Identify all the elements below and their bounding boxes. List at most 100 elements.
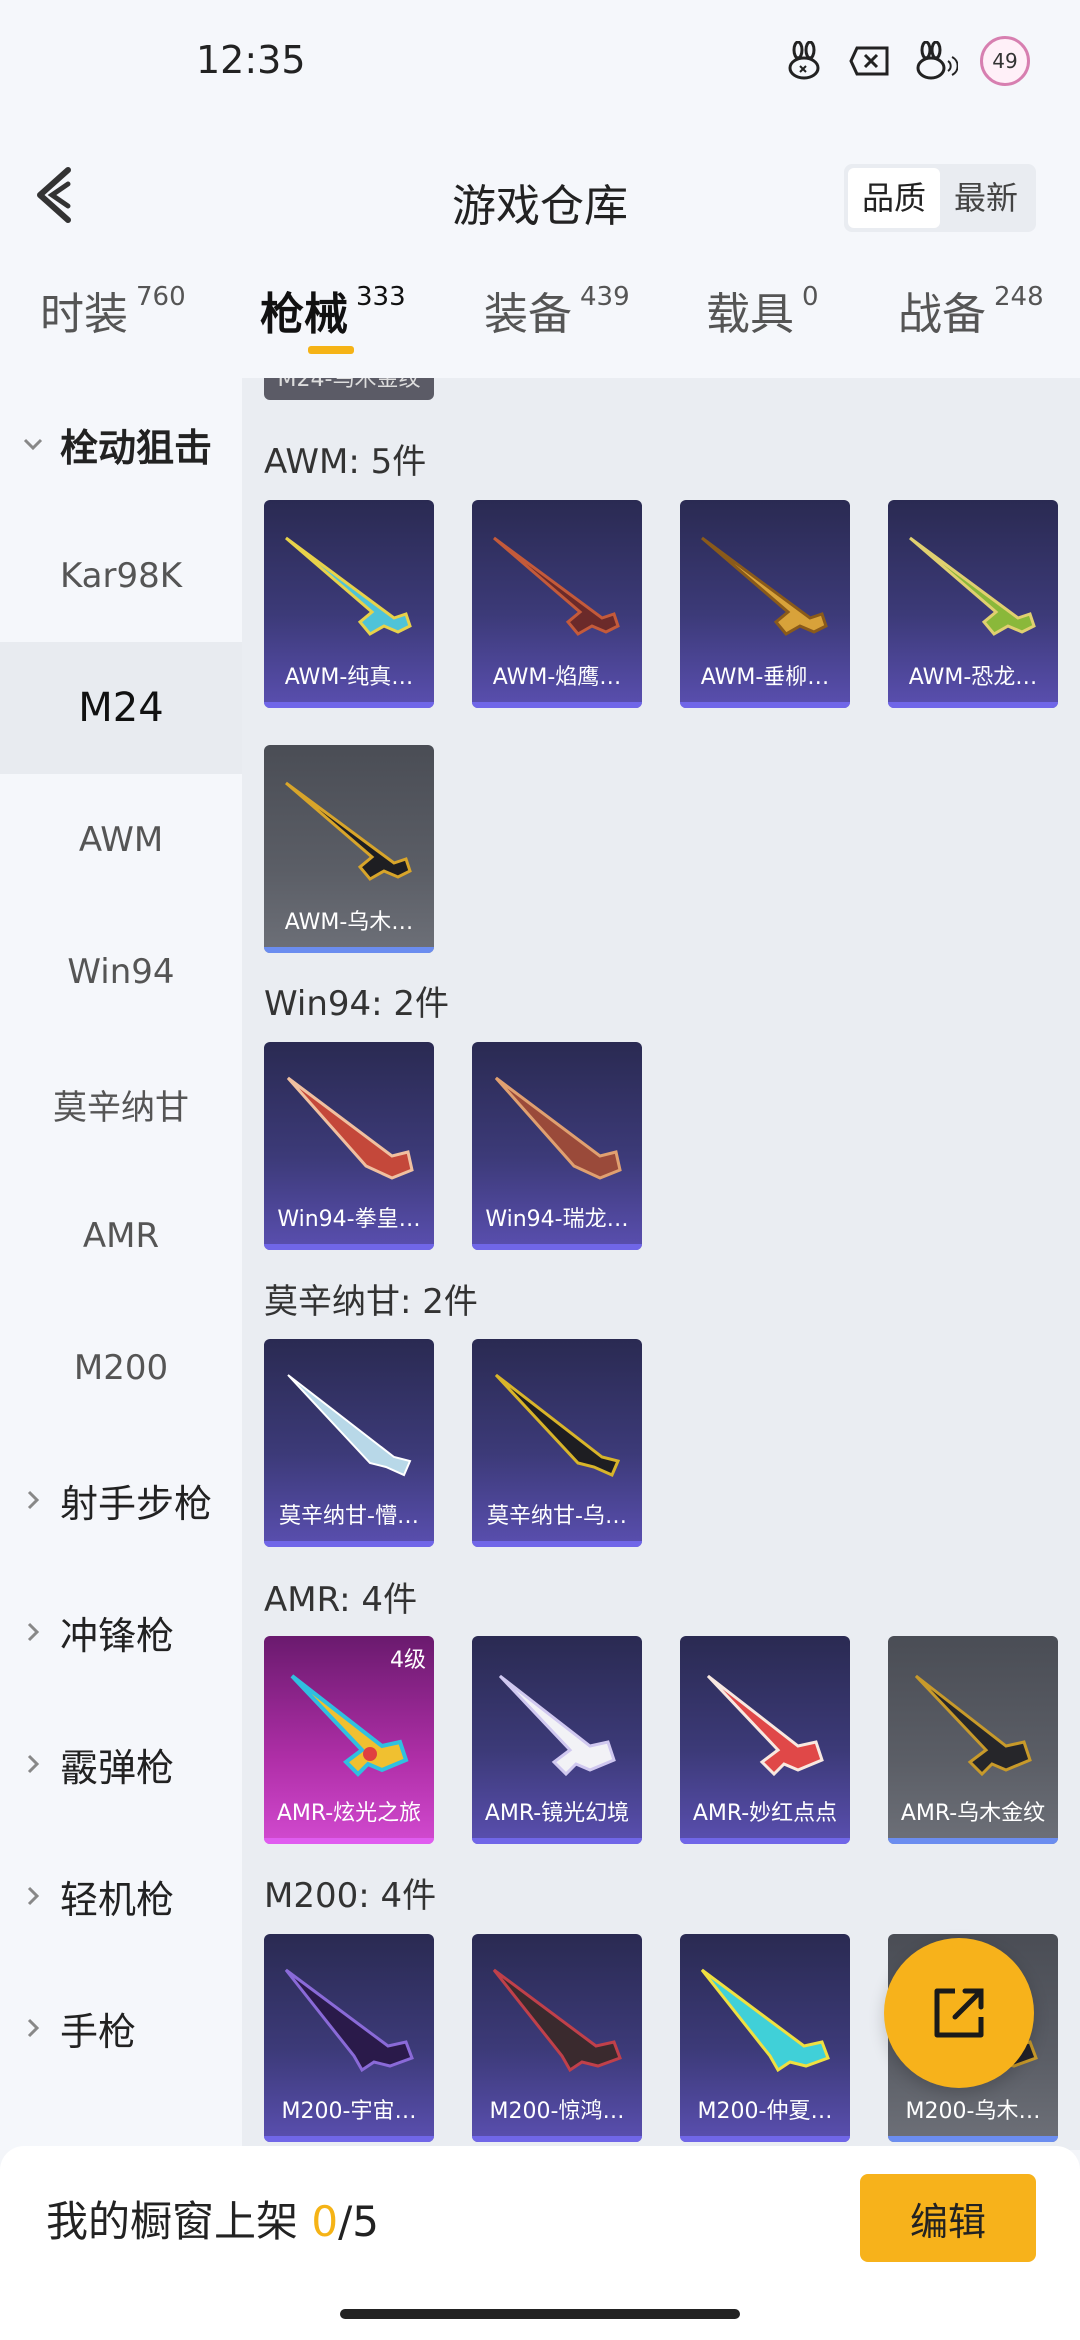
showcase-status: 我的橱窗上架 0/5 xyxy=(46,2188,379,2249)
sidebar-item-win94[interactable]: Win94 xyxy=(0,906,242,1038)
tab-vehicles[interactable]: 载具 0 xyxy=(706,278,819,368)
close-box-icon xyxy=(848,39,892,83)
sidebar-item-awm[interactable]: AWM xyxy=(0,774,242,906)
weapon-card[interactable]: M200-仲夏… xyxy=(680,1934,850,2142)
tab-count: 248 xyxy=(994,282,1044,312)
weapon-name: AWM-垂柳… xyxy=(700,665,830,690)
weapon-card[interactable]: AWM-纯真… xyxy=(264,500,434,708)
weapon-name: AWM-恐龙… xyxy=(908,665,1038,690)
weapon-name: M200-惊鸿… xyxy=(489,2099,625,2124)
sidebar-group-dmr[interactable]: 射手步枪 xyxy=(0,1434,242,1566)
weapon-name: M200-仲夏… xyxy=(697,2099,833,2124)
rarity-bar xyxy=(888,1838,1058,1844)
showcase-label: 我的橱窗上架 xyxy=(46,2197,312,2246)
tab-count: 333 xyxy=(356,282,406,312)
weapon-card[interactable]: AWM-乌木… xyxy=(264,745,434,953)
weapon-card[interactable]: 4级 AMR-炫光之旅 xyxy=(264,1636,434,1844)
home-indicator[interactable] xyxy=(340,2309,740,2319)
weapon-card[interactable]: AWM-焰鹰… xyxy=(472,500,642,708)
rabbit-icon xyxy=(782,39,826,83)
rarity-bar xyxy=(888,702,1058,708)
weapon-name: AWM-乌木… xyxy=(284,910,414,935)
weapon-name: AMR-妙红点点 xyxy=(692,1801,838,1826)
tab-label: 载具 xyxy=(706,289,794,340)
category-tabs: 时装 760 枪械 333 装备 439 载具 0 战备 248 xyxy=(0,270,1080,378)
header: 游戏仓库 品质 最新 xyxy=(0,130,1080,270)
weapon-name: Win94-瑞龙… xyxy=(485,1207,629,1232)
rarity-bar xyxy=(472,1244,642,1250)
weapon-name: 莫辛纳甘-乌… xyxy=(487,1504,627,1529)
weapon-card[interactable]: Win94-瑞龙… xyxy=(472,1042,642,1250)
rarity-bar xyxy=(472,702,642,708)
chevron-right-icon xyxy=(20,1487,46,1513)
tab-count: 439 xyxy=(580,282,630,312)
tab-firearms[interactable]: 枪械 333 xyxy=(260,278,406,368)
tab-supplies[interactable]: 战备 248 xyxy=(898,278,1044,368)
showcase-total: /5 xyxy=(338,2197,379,2246)
rarity-bar xyxy=(264,1244,434,1250)
status-bar: 12:35 49 xyxy=(0,0,1080,130)
battery-badge: 49 xyxy=(980,36,1030,86)
weapon-card[interactable]: AWM-垂柳… xyxy=(680,500,850,708)
section-title: Win94: 2件 xyxy=(264,984,450,1024)
sidebar-group-smg[interactable]: 冲锋枪 xyxy=(0,1566,242,1698)
tab-equipment[interactable]: 装备 439 xyxy=(484,278,630,368)
rifle-icon xyxy=(909,536,1036,636)
tab-fashion[interactable]: 时装 760 xyxy=(40,278,186,368)
rarity-bar xyxy=(264,702,434,708)
rarity-bar xyxy=(264,1838,434,1844)
tab-label: 枪械 xyxy=(260,289,348,340)
status-icons: 49 xyxy=(782,36,1030,86)
weapon-card[interactable]: AMR-镜光幻境 xyxy=(472,1636,642,1844)
weapon-card[interactable]: Win94-拳皇… xyxy=(264,1042,434,1250)
status-time: 12:35 xyxy=(196,38,306,82)
sidebar-item-amr[interactable]: AMR xyxy=(0,1170,242,1302)
share-fab-button[interactable] xyxy=(884,1938,1034,2088)
weapon-card[interactable]: 莫辛纳甘-乌… xyxy=(472,1339,642,1547)
sidebar-group-lmg[interactable]: 轻机枪 xyxy=(0,1830,242,1962)
sidebar-group-label: 轻机枪 xyxy=(60,1877,175,1922)
weapon-name: 莫辛纳甘-懵… xyxy=(279,1504,419,1529)
weapon-name: AWM-纯真… xyxy=(284,665,414,690)
sidebar-group-label: 射手步枪 xyxy=(60,1481,213,1526)
edit-button[interactable]: 编辑 xyxy=(860,2174,1036,2262)
weapon-card[interactable]: M200-惊鸿… xyxy=(472,1934,642,2142)
section-title: AWM: 5件 xyxy=(264,442,427,482)
sidebar-group-bolt-sniper[interactable]: 栓动狙击 xyxy=(0,378,242,510)
section-title: AMR: 4件 xyxy=(264,1580,418,1620)
tab-label: 时装 xyxy=(40,289,128,340)
rifle-icon xyxy=(914,1674,1032,1777)
sort-newest-option[interactable]: 最新 xyxy=(940,168,1032,228)
section-title: M200: 4件 xyxy=(264,1876,437,1916)
weapon-card[interactable]: AWM-恐龙… xyxy=(888,500,1058,708)
share-external-icon xyxy=(934,1988,984,2038)
sort-toggle: 品质 最新 xyxy=(843,164,1036,232)
chevron-right-icon xyxy=(20,1883,46,1909)
rifle-icon xyxy=(700,1968,830,2073)
active-tab-indicator xyxy=(308,346,354,354)
weapon-name: AWM-焰鹰… xyxy=(492,665,622,690)
rarity-bar xyxy=(680,702,850,708)
sort-quality-option[interactable]: 品质 xyxy=(847,168,940,228)
rifle-icon xyxy=(290,1674,409,1777)
rifle-icon xyxy=(701,536,828,636)
sidebar-group-label: 霰弹枪 xyxy=(60,1745,175,1790)
sidebar-item-m24[interactable]: M24 xyxy=(0,642,242,774)
sidebar-group-pistol[interactable]: 手枪 xyxy=(0,1962,242,2094)
rifle-icon xyxy=(494,1076,622,1180)
sidebar-item-kar98k[interactable]: Kar98K xyxy=(0,510,242,642)
rifle-icon xyxy=(494,1373,621,1477)
sidebar-item-m200[interactable]: M200 xyxy=(0,1302,242,1434)
weapon-card[interactable]: AMR-妙红点点 xyxy=(680,1636,850,1844)
weapon-card[interactable]: M200-宇宙… xyxy=(264,1934,434,2142)
rarity-bar xyxy=(264,2136,434,2142)
partial-card-label[interactable]: M24-乌木金纹 xyxy=(264,378,434,400)
rifle-icon xyxy=(285,536,412,636)
weapon-card[interactable]: 莫辛纳甘-懵… xyxy=(264,1339,434,1547)
weapon-name: AMR-炫光之旅 xyxy=(276,1801,422,1826)
sidebar-group-shotgun[interactable]: 霰弹枪 xyxy=(0,1698,242,1830)
weapon-card[interactable]: AMR-乌木金纹 xyxy=(888,1636,1058,1844)
rifle-icon xyxy=(498,1674,616,1777)
tab-label: 装备 xyxy=(484,289,572,340)
sidebar-item-mosin[interactable]: 莫辛纳甘 xyxy=(0,1038,242,1170)
